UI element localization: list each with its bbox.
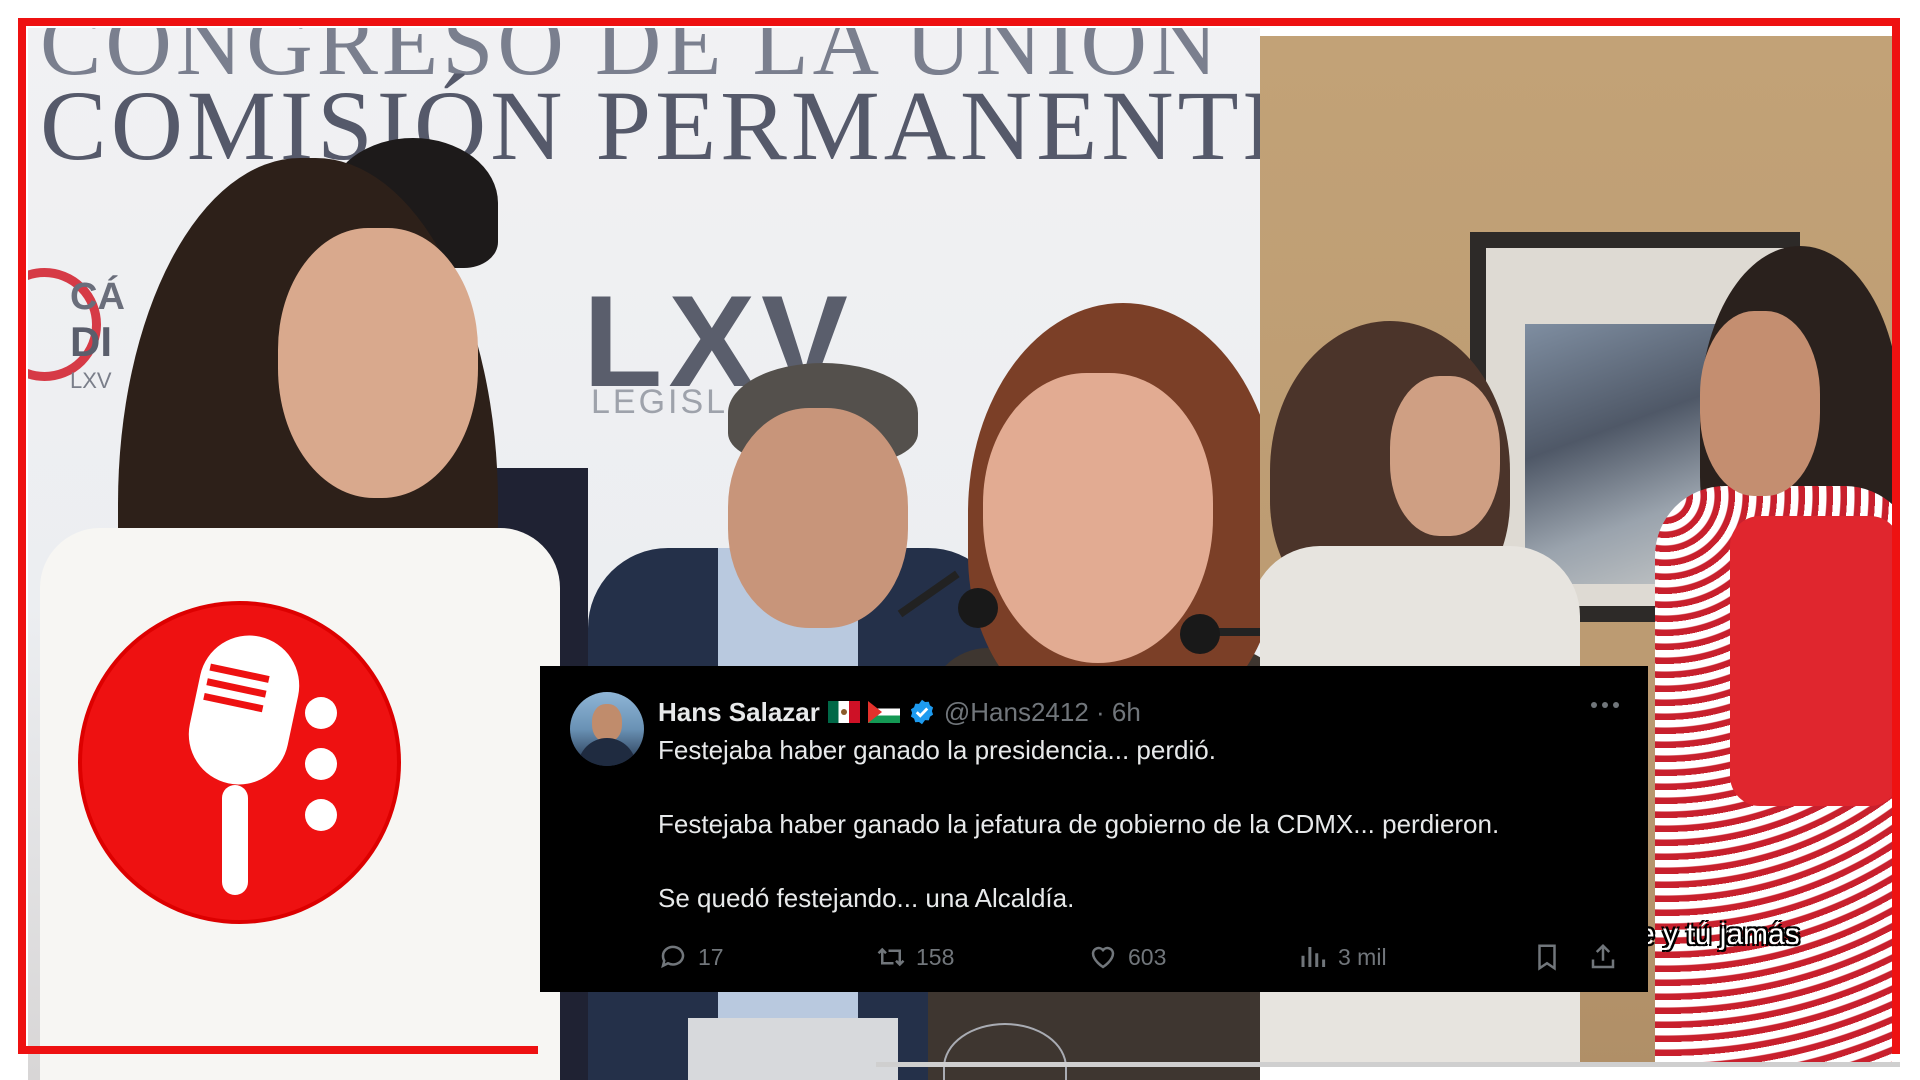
tweet-line-3: Se quedó festejando... una Alcaldía. [658, 883, 1075, 913]
microphone-stand [1218, 628, 1260, 636]
video-subtitle: e y tú jamás [1638, 918, 1800, 951]
banner-line-2: COMISIÓN PERMANENTE [40, 70, 1260, 181]
microphone-icon [188, 635, 300, 895]
red-border-top [18, 18, 1900, 26]
woman-right-face [1700, 311, 1820, 496]
mexico-flag-icon [827, 701, 860, 723]
more-options-icon[interactable] [1590, 700, 1620, 710]
tweet-action-bar: 17 158 603 3 mil [658, 942, 1618, 974]
logo-dot [305, 748, 337, 780]
reply-count: 17 [698, 943, 724, 970]
podium [688, 1018, 898, 1080]
woman-right-red-top [1730, 516, 1892, 806]
handle-and-time[interactable]: @Hans2412 · 6h [944, 697, 1141, 728]
bookmark-icon [1538, 944, 1556, 971]
tweet-line-2: Festejaba haber ganado la jefatura de go… [658, 809, 1500, 839]
share-icon [1591, 943, 1615, 969]
red-border-right [1892, 18, 1900, 1054]
chamber-logo-text-2: DI [70, 318, 112, 365]
chamber-logo-text-3: LXV [70, 368, 112, 393]
podium-microphone [958, 588, 998, 628]
woman-left-face [1390, 376, 1500, 536]
avatar-body [578, 738, 636, 766]
heart-icon [1091, 946, 1115, 969]
author-name[interactable]: Hans Salazar [658, 697, 820, 728]
retweet-icon [877, 947, 905, 967]
views-chart-icon [1301, 947, 1326, 967]
logo-dot [305, 799, 337, 831]
red-border-bottom [18, 1046, 538, 1054]
podcast-logo [82, 605, 397, 920]
verified-badge-icon [910, 699, 933, 725]
grey-divider-line [876, 1062, 1900, 1067]
reply-button[interactable]: 17 [658, 942, 724, 972]
young-woman-face [278, 228, 478, 498]
retweet-button[interactable]: 158 [876, 942, 954, 972]
retweet-count: 158 [916, 943, 955, 970]
avatar[interactable] [570, 692, 644, 766]
logo-dot [305, 697, 337, 729]
tweet-header: Hans Salazar @Hans2412 · 6h [658, 694, 1141, 730]
podium-microphone [1180, 614, 1220, 654]
tweet-card[interactable]: Hans Salazar @Hans2412 · 6h Festejaba ha… [540, 666, 1648, 992]
chamber-logo-text-1: CÁ [70, 276, 125, 318]
share-button[interactable] [1588, 942, 1628, 972]
like-button[interactable]: 603 [1088, 942, 1166, 972]
man-center-face [728, 408, 908, 628]
avatar-face [592, 704, 622, 742]
palestine-flag-icon [867, 701, 900, 723]
views-count: 3 mil [1338, 943, 1387, 970]
reply-icon [661, 945, 685, 969]
like-count: 603 [1128, 943, 1167, 970]
speaker-woman-face [983, 373, 1213, 663]
views-button[interactable]: 3 mil [1298, 942, 1387, 972]
red-border-left [18, 18, 26, 1054]
tweet-line-1: Festejaba haber ganado la presidencia...… [658, 735, 1216, 765]
legislature-logo-subtext: LEGISL [591, 383, 729, 421]
bookmark-button[interactable] [1532, 942, 1572, 972]
tweet-text: Festejaba haber ganado la presidencia...… [658, 732, 1618, 917]
